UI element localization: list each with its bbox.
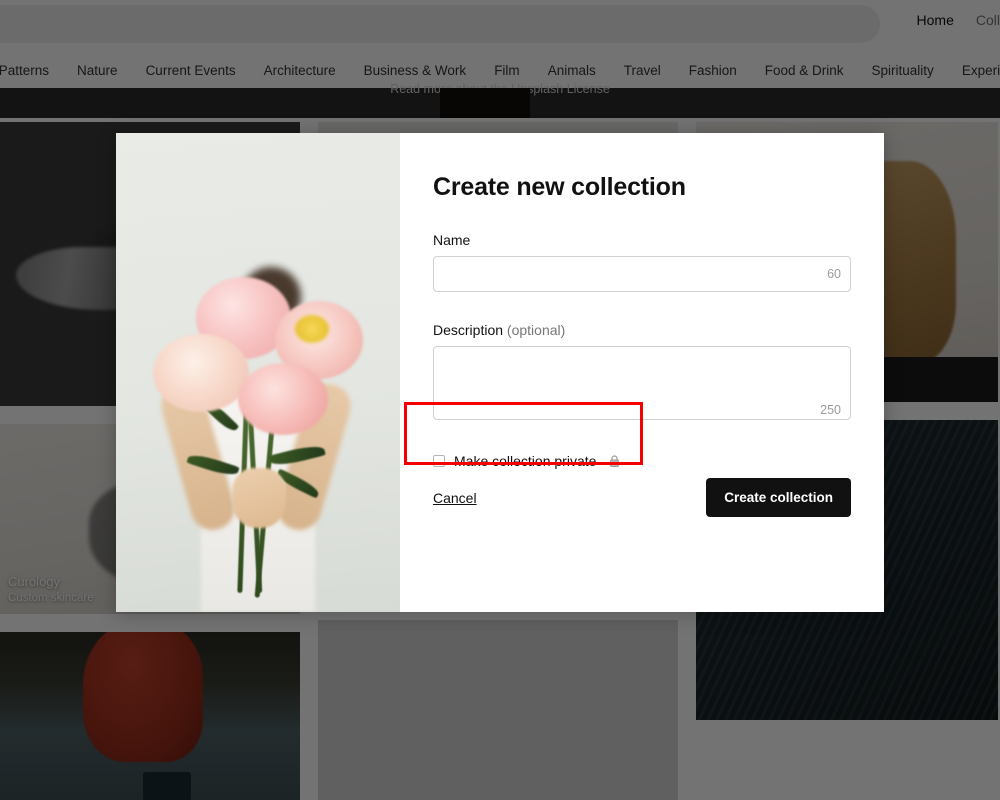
screenshot-root: Home Coll & Patterns Nature Current Even… <box>0 0 1000 800</box>
preview-person-hand <box>232 468 287 529</box>
description-input-wrapper: 250 <box>433 346 851 425</box>
description-field-label: Description (optional) <box>433 322 851 338</box>
name-char-counter: 60 <box>827 267 841 281</box>
create-collection-button[interactable]: Create collection <box>706 478 851 517</box>
private-checkbox-label: Make collection private <box>454 453 597 469</box>
private-checkbox[interactable] <box>433 455 445 467</box>
description-label-text: Description <box>433 322 504 338</box>
description-optional-text: (optional) <box>506 322 566 338</box>
description-char-counter: 250 <box>820 403 841 417</box>
create-collection-form: Create new collection Name 60 Descriptio… <box>400 133 884 612</box>
preview-peony-4 <box>238 362 329 435</box>
create-collection-modal: Create new collection Name 60 Descriptio… <box>116 133 884 612</box>
cancel-button[interactable]: Cancel <box>433 490 477 506</box>
collection-description-input[interactable] <box>433 346 851 420</box>
modal-title: Create new collection <box>433 173 686 201</box>
preview-peony-2 <box>152 334 249 413</box>
name-field-label: Name <box>433 232 851 248</box>
collection-name-input[interactable] <box>433 256 851 292</box>
make-collection-private-row[interactable]: Make collection private <box>433 453 851 469</box>
modal-actions: Cancel Create collection <box>433 478 851 517</box>
name-input-wrapper: 60 <box>433 256 851 292</box>
modal-preview-image <box>116 133 400 612</box>
preview-peony-center <box>294 315 329 344</box>
lock-icon <box>609 454 620 468</box>
name-label-text: Name <box>433 232 471 248</box>
